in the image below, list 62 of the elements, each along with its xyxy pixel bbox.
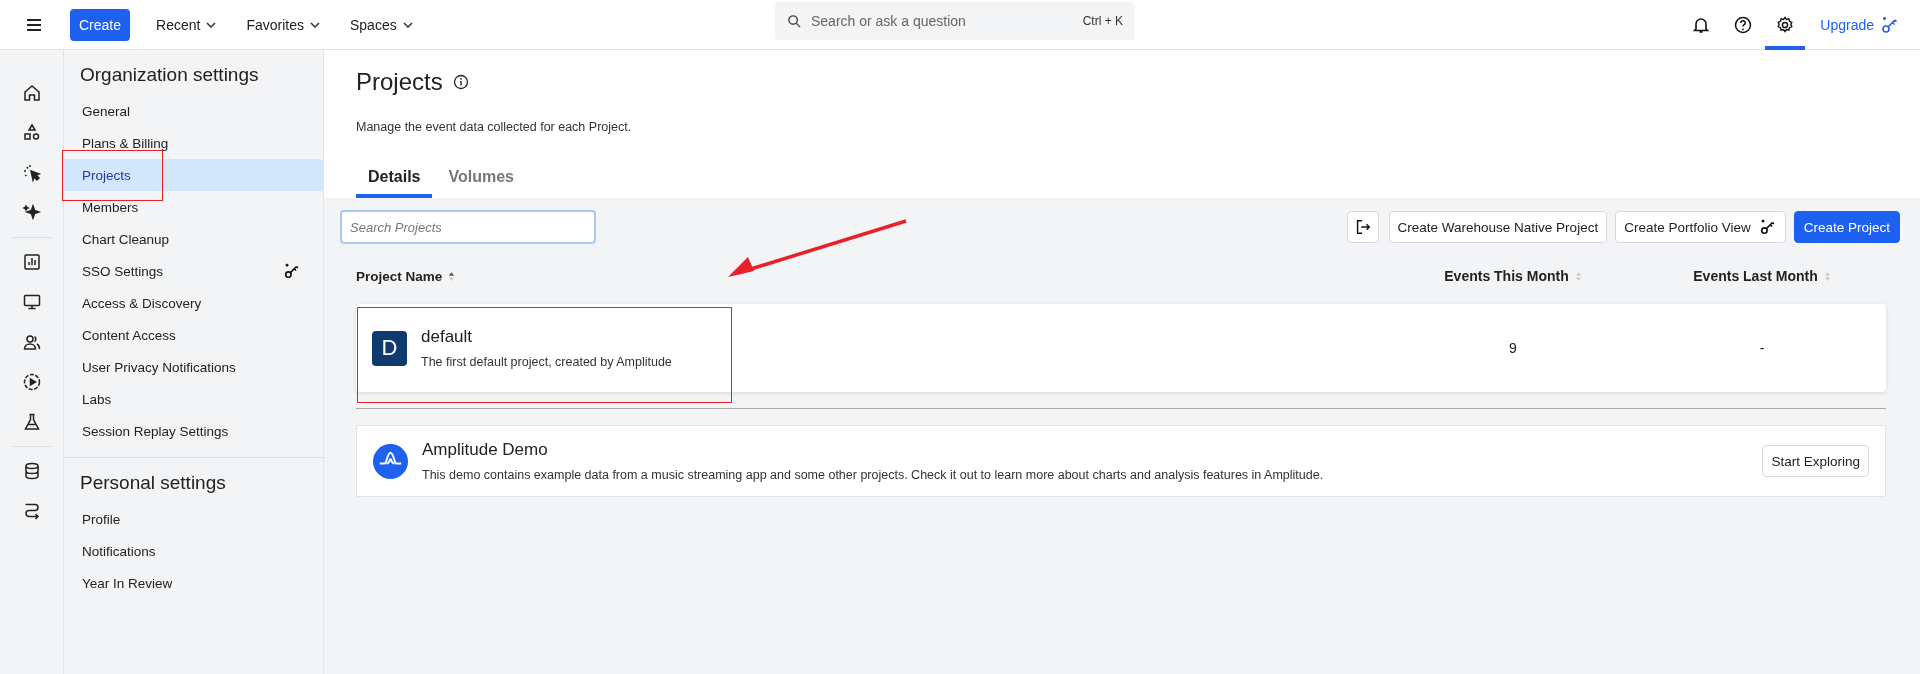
project-description: This demo contains example data from a music streaming app and some other projects. Check it out to learn more about charts and analysis features in Amplitude. xyxy=(422,468,1325,482)
sidebar-item[interactable]: Content Access xyxy=(64,319,323,351)
nav-menu[interactable]: Favorites xyxy=(234,16,332,33)
key-icon xyxy=(1880,14,1900,35)
sidebar-item[interactable]: Plans & Billing xyxy=(64,127,323,159)
search-icon xyxy=(787,14,802,29)
sidebar-item[interactable]: Labs xyxy=(64,383,323,415)
upgrade-link[interactable]: Upgrade xyxy=(1820,14,1900,35)
page-title: Projects xyxy=(356,68,443,96)
home-icon[interactable] xyxy=(21,83,42,103)
tab[interactable]: Volumes xyxy=(436,162,526,198)
nav-menu[interactable]: Spaces xyxy=(337,16,425,33)
export-button[interactable] xyxy=(1346,211,1379,243)
sidebar-item[interactable]: Projects xyxy=(64,159,323,191)
project-row[interactable]: D default The first default project, created by Amplitude 9 - xyxy=(356,304,1886,392)
start-exploring-button[interactable]: Start Exploring xyxy=(1762,445,1869,477)
tab[interactable]: Details xyxy=(356,162,433,198)
info-icon[interactable] xyxy=(452,74,469,90)
shapes-icon[interactable] xyxy=(21,123,42,143)
table-cell: 9 xyxy=(1509,340,1517,356)
nav-menu[interactable]: Recent xyxy=(144,16,229,33)
amplitude-logo-icon xyxy=(373,443,408,479)
flask-icon[interactable] xyxy=(21,412,42,432)
help-icon xyxy=(1733,14,1754,35)
sort-icon[interactable] xyxy=(448,270,456,282)
key-icon xyxy=(283,262,301,280)
sidebar-item[interactable]: Session Replay Settings xyxy=(64,415,323,447)
column-header[interactable]: Events Last Month xyxy=(1693,268,1818,284)
cursor-icon[interactable] xyxy=(21,163,42,183)
project-avatar: D xyxy=(372,330,407,366)
column-header[interactable]: Project Name xyxy=(356,268,443,284)
search-field[interactable]: Search Projects xyxy=(340,210,596,244)
sidebar-item[interactable]: Notifications xyxy=(64,535,323,567)
project-name: default xyxy=(421,327,474,347)
caret-icon xyxy=(402,21,413,28)
sidebar-item[interactable]: Chart Cleanup xyxy=(64,223,323,255)
shortcut-hint: Ctrl + K xyxy=(1082,14,1123,28)
sidebar-item[interactable]: Year In Review xyxy=(64,567,323,599)
key-icon xyxy=(1758,218,1777,236)
sidebar-item[interactable]: User Privacy Notifications xyxy=(64,351,323,383)
project-description: The first default project, created by Amplitude xyxy=(421,355,672,369)
users-icon[interactable] xyxy=(21,332,42,352)
project-name: Amplitude Demo xyxy=(422,440,549,460)
sidebar-item[interactable]: Access & Discovery xyxy=(64,287,323,319)
sidebar-item[interactable]: General xyxy=(64,95,323,127)
sidebar-item[interactable]: Members xyxy=(64,191,323,223)
column-header[interactable]: Events This Month xyxy=(1444,268,1569,284)
caret-icon xyxy=(309,21,320,28)
sidebar-item[interactable]: SSO Settings xyxy=(64,255,323,287)
play-icon[interactable] xyxy=(21,372,42,392)
table-cell: - xyxy=(1759,340,1765,356)
action-button[interactable]: Create Warehouse Native Project xyxy=(1388,211,1608,243)
action-button[interactable]: Create Portfolio View xyxy=(1615,211,1786,243)
chart-icon[interactable] xyxy=(21,252,42,272)
section-heading: Organization settings xyxy=(79,64,260,87)
page-description: Manage the event data collected for each Project. xyxy=(356,120,633,134)
action-button[interactable]: Create Project xyxy=(1793,211,1900,243)
monitor-icon[interactable] xyxy=(21,292,42,312)
sidebar-item[interactable]: Profile xyxy=(64,503,323,535)
section-heading: Personal settings xyxy=(79,472,227,495)
caret-icon xyxy=(206,21,217,28)
create-button[interactable]: Create xyxy=(70,8,131,41)
